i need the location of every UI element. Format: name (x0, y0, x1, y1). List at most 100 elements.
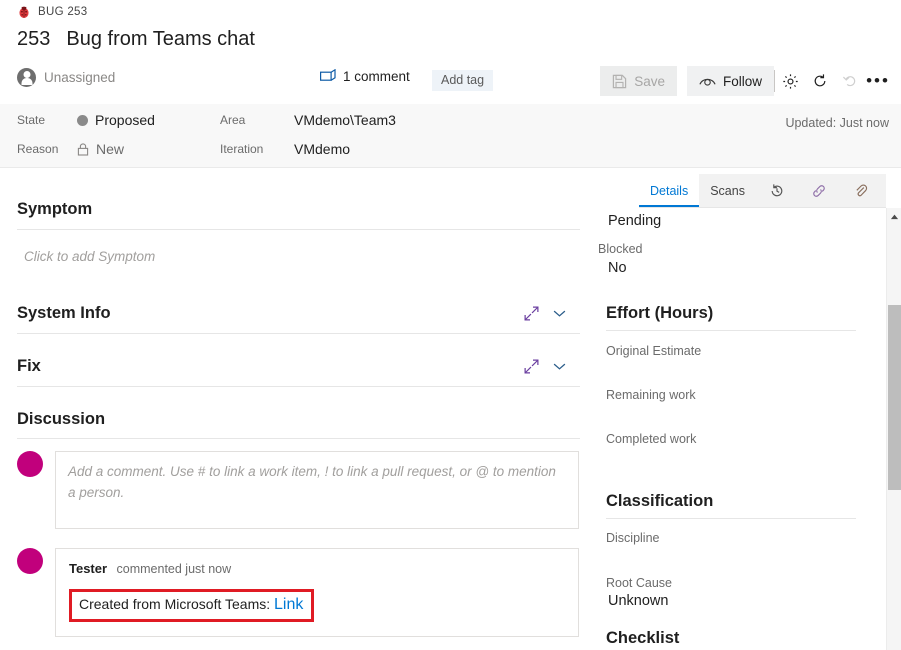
blocked-value[interactable]: No (598, 260, 886, 276)
iteration-field-label: Iteration (220, 142, 280, 156)
tab-details[interactable]: Details (639, 174, 699, 207)
page-title[interactable]: Bug from Teams chat (66, 28, 255, 51)
completed-work-label: Completed work (606, 432, 886, 446)
status-value-pending: Pending (598, 213, 886, 229)
area-field-label: Area (220, 113, 280, 127)
completed-work-value[interactable] (598, 448, 886, 466)
original-estimate-label: Original Estimate (606, 344, 886, 358)
state-field-label: State (17, 113, 77, 127)
chevron-down-icon[interactable] (553, 362, 566, 371)
reason-field-value-wrap: New (77, 141, 124, 157)
tab-attachments[interactable] (840, 174, 882, 207)
area-field-value: VMdemo\Team3 (280, 112, 396, 128)
work-item-toolbar: Save Follow (600, 66, 891, 96)
assigned-to-label: Unassigned (44, 70, 115, 85)
area-field[interactable]: Area VMdemo\Team3 (220, 112, 396, 128)
new-comment-row: Add a comment. Use # to link a work item… (17, 451, 579, 529)
section-system-info-actions (524, 306, 580, 321)
section-symptom-header: Symptom (17, 200, 580, 230)
comment-header: Tester commented just now (69, 560, 565, 578)
section-discussion-header: Discussion (17, 410, 580, 439)
list-item: Tester commented just now Created from M… (17, 548, 579, 637)
scrollbar-thumb[interactable] (888, 305, 901, 490)
reason-field-value: New (96, 141, 124, 157)
link-icon (811, 183, 827, 199)
undo-icon (842, 73, 858, 89)
original-estimate-value[interactable] (598, 360, 886, 378)
avatar (17, 451, 43, 477)
discipline-label: Discipline (606, 531, 886, 545)
comment-count-button[interactable]: 1 comment (320, 69, 410, 84)
comment-body: Created from Microsoft Teams: Link (69, 589, 565, 622)
refresh-button[interactable] (805, 66, 835, 96)
work-item-type-label: BUG 253 (38, 6, 87, 18)
save-button-label: Save (634, 74, 665, 89)
tab-history[interactable] (756, 174, 798, 207)
attachment-icon (853, 183, 869, 199)
gear-icon (782, 73, 799, 90)
section-symptom-title: Symptom (17, 200, 92, 219)
comment-highlight-box: Created from Microsoft Teams: Link (69, 589, 314, 622)
settings-button[interactable] (775, 66, 805, 96)
undo-button[interactable] (835, 66, 865, 96)
tab-links[interactable] (798, 174, 840, 207)
state-field-value: Proposed (95, 112, 155, 128)
section-system-info-title: System Info (17, 304, 111, 323)
state-field[interactable]: State Proposed (17, 112, 155, 128)
follow-button-label: Follow (723, 74, 762, 89)
save-button[interactable]: Save (600, 66, 677, 96)
expand-diagonal-icon[interactable] (524, 359, 539, 374)
scroll-up-button[interactable] (887, 208, 901, 225)
discipline-value[interactable] (598, 547, 886, 565)
reason-field-label: Reason (17, 142, 77, 156)
assigned-to-field[interactable]: Unassigned (17, 68, 115, 87)
history-icon (769, 183, 785, 199)
section-effort-title: Effort (Hours) (606, 304, 856, 331)
work-item-right-pane: Pending Blocked No Effort (Hours) Origin… (598, 208, 886, 650)
comment-timestamp: commented just now (117, 562, 232, 576)
reason-field[interactable]: Reason New (17, 141, 124, 157)
comment-author: Tester (69, 561, 107, 576)
comment-count-label: 1 comment (343, 69, 410, 84)
person-circle-icon (17, 68, 36, 87)
updated-timestamp: Updated: Just now (785, 116, 889, 130)
work-item-page: BUG 253 253 Bug from Teams chat Unassign… (0, 0, 901, 650)
ladybug-icon (17, 5, 31, 19)
tab-details-label: Details (650, 184, 688, 198)
section-fix-header[interactable]: Fix (17, 357, 580, 387)
blocked-label: Blocked (598, 242, 886, 256)
chevron-down-icon[interactable] (553, 309, 566, 318)
remaining-work-label: Remaining work (606, 388, 886, 402)
work-item-header: BUG 253 253 Bug from Teams chat Unassign… (0, 0, 901, 104)
details-tabbar: Details Scans (639, 174, 886, 208)
teams-link[interactable]: Link (274, 596, 303, 613)
add-tag-button[interactable]: Add tag (432, 70, 493, 91)
section-system-info-header[interactable]: System Info (17, 304, 580, 334)
scrollbar[interactable] (886, 208, 901, 650)
iteration-field[interactable]: Iteration VMdemo (220, 141, 350, 157)
section-fix-actions (524, 359, 580, 374)
section-checklist-title: Checklist (606, 629, 856, 650)
save-disk-icon (612, 74, 627, 89)
avatar (17, 548, 43, 574)
lock-icon (77, 143, 89, 156)
work-item-left-pane: Symptom Click to add Symptom System Info (0, 170, 596, 650)
state-dot-icon (77, 115, 88, 126)
comment-bubble-icon (320, 69, 336, 84)
work-item-id: 253 (17, 28, 50, 51)
comment-input-placeholder: Add a comment. Use # to link a work item… (68, 464, 556, 500)
follow-button[interactable]: Follow (687, 66, 774, 96)
root-cause-label: Root Cause (606, 576, 886, 590)
tab-scans-label: Scans (710, 184, 745, 198)
root-cause-value[interactable]: Unknown (598, 593, 886, 609)
section-discussion-title: Discussion (17, 410, 105, 429)
refresh-icon (812, 73, 828, 89)
comment-input[interactable]: Add a comment. Use # to link a work item… (55, 451, 579, 529)
more-options-button[interactable]: ••• (865, 66, 891, 96)
symptom-input[interactable]: Click to add Symptom (24, 248, 580, 266)
work-item-field-strip: State Proposed Reason New Area VMdemo\Te… (0, 104, 901, 168)
expand-diagonal-icon[interactable] (524, 306, 539, 321)
iteration-field-value: VMdemo (280, 141, 350, 157)
remaining-work-value[interactable] (598, 404, 886, 422)
tab-scans[interactable]: Scans (699, 174, 756, 207)
